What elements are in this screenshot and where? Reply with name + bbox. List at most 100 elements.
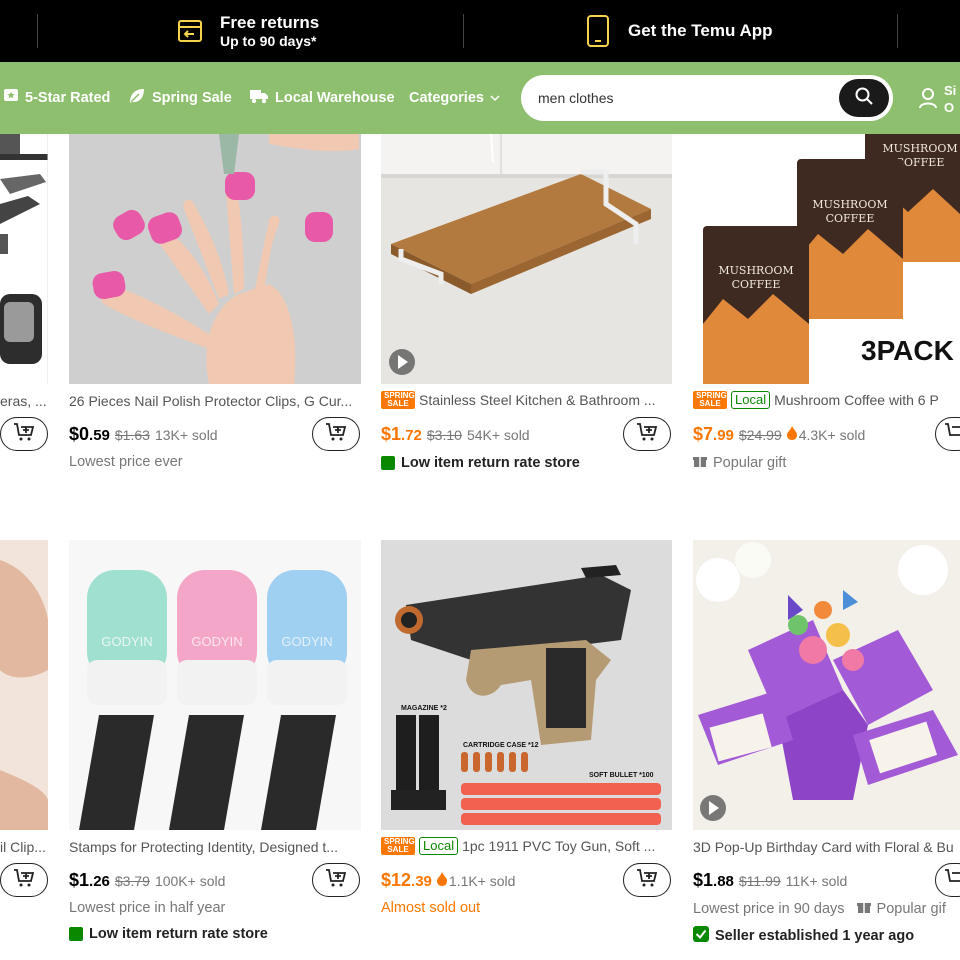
- nav-local-warehouse[interactable]: Local Warehouse: [249, 62, 395, 134]
- svg-text:MUSHROOM: MUSHROOM: [882, 142, 957, 155]
- product-image[interactable]: GODYIN GODYIN GODYIN: [69, 540, 361, 830]
- sign-in-link[interactable]: Si O: [918, 82, 956, 116]
- spring-sale-badge: SPRING SALE: [693, 391, 727, 409]
- product-title[interactable]: eras, ...: [0, 393, 48, 409]
- add-to-cart-button[interactable]: [0, 863, 48, 897]
- cart-icon: [636, 422, 658, 447]
- product-note: Lowest price in 90 days Popular gif: [693, 900, 946, 918]
- product-image[interactable]: [0, 134, 48, 384]
- product-note: Lowest price in half year: [69, 900, 226, 916]
- search-button[interactable]: [839, 79, 889, 117]
- sold-count: 100K+ sold: [154, 873, 226, 889]
- add-to-cart-button[interactable]: [623, 863, 671, 897]
- sold-count: 11K+ sold: [785, 873, 848, 889]
- flame-icon: [436, 872, 447, 889]
- nav-five-star-rated[interactable]: 5-Star Rated: [3, 62, 110, 134]
- product-title[interactable]: SPRING SALE Stainless Steel Kitchen & Bat…: [381, 391, 672, 409]
- divider: [897, 14, 898, 48]
- truck-icon: [249, 87, 269, 109]
- nav-spring-sale[interactable]: Spring Sale: [128, 62, 232, 134]
- stock-note: Almost sold out: [381, 900, 481, 916]
- svg-text:GODYIN: GODYIN: [281, 634, 332, 649]
- checkmark-icon: [693, 926, 709, 946]
- svg-text:MAGAZINE *2: MAGAZINE *2: [401, 705, 447, 712]
- free-returns-title: Free returns: [220, 13, 320, 32]
- store-icon: [69, 927, 83, 941]
- get-app-label: Get the Temu App: [628, 21, 773, 40]
- cart-icon: [636, 868, 658, 893]
- original-price: $11.99: [738, 873, 781, 889]
- product-title[interactable]: 26 Pieces Nail Polish Protector Clips, G…: [69, 393, 361, 409]
- svg-text:COFFEE: COFFEE: [826, 212, 875, 225]
- chevron-down-icon: [490, 90, 500, 106]
- get-app-promo[interactable]: Get the Temu App: [586, 0, 773, 62]
- phone-icon: [586, 15, 610, 47]
- cart-icon: [944, 422, 960, 447]
- search-icon: [854, 86, 874, 111]
- add-to-cart-button[interactable]: [312, 863, 360, 897]
- product-title[interactable]: il Clip...: [0, 839, 48, 855]
- divider: [463, 14, 464, 48]
- leaf-icon: [128, 87, 146, 109]
- star-badge-icon: [3, 88, 19, 108]
- price-row: $12.39 1.1K+ sold: [381, 870, 515, 891]
- cart-icon: [13, 868, 35, 893]
- nav-categories[interactable]: Categories: [409, 62, 500, 134]
- cart-icon: [325, 868, 347, 893]
- price: $1.88: [693, 870, 734, 890]
- add-to-cart-button[interactable]: [0, 417, 48, 451]
- nav-label: Local Warehouse: [275, 90, 395, 106]
- product-image[interactable]: [69, 134, 361, 384]
- popular-gift-label: Popular gift: [693, 454, 786, 472]
- signin-line-1: Si: [944, 83, 957, 98]
- product-title[interactable]: 3D Pop-Up Birthday Card with Floral & Bu: [693, 839, 960, 855]
- product-title[interactable]: Stamps for Protecting Identity, Designed…: [69, 839, 361, 855]
- price: $0.59: [69, 424, 110, 444]
- product-image[interactable]: [0, 540, 48, 830]
- return-box-icon: [176, 17, 204, 45]
- spring-sale-badge: SPRING SALE: [381, 837, 415, 855]
- price-row: $1.72 $3.10 54K+ sold: [381, 424, 530, 445]
- product-title[interactable]: SPRING SALE Local Mushroom Coffee with 6 …: [693, 391, 960, 409]
- sold-count: 4.3K+ sold: [786, 426, 865, 443]
- nav-label: Spring Sale: [152, 90, 232, 106]
- free-returns-promo[interactable]: Free returns Up to 90 days*: [176, 0, 319, 62]
- add-to-cart-button[interactable]: [312, 417, 360, 451]
- flame-icon: [786, 426, 797, 443]
- local-badge: Local: [731, 391, 771, 409]
- search-input[interactable]: [538, 90, 828, 106]
- nav-label: 5-Star Rated: [25, 90, 111, 106]
- svg-text:COFFEE: COFFEE: [732, 278, 781, 291]
- add-to-cart-button[interactable]: [935, 417, 960, 451]
- price-row: $1.88 $11.99 11K+ sold: [693, 870, 847, 891]
- store-icon: [381, 456, 395, 470]
- product-image[interactable]: [693, 540, 960, 830]
- sold-count: 1.1K+ sold: [436, 872, 515, 889]
- svg-text:CARTRIDGE CASE *12: CARTRIDGE CASE *12: [463, 742, 539, 749]
- product-image[interactable]: [381, 134, 672, 384]
- add-to-cart-button[interactable]: [935, 863, 960, 897]
- gift-icon: [693, 454, 707, 472]
- local-badge: Local: [419, 837, 459, 855]
- product-image[interactable]: MUSHROOM COFFEE MUSHROOM COFFEE MUSHROOM…: [693, 134, 960, 384]
- price: $1.72: [381, 424, 422, 444]
- low-return-rate-label: Low item return rate store: [381, 455, 580, 471]
- original-price: $24.99: [738, 427, 782, 443]
- add-to-cart-button[interactable]: [623, 417, 671, 451]
- user-icon: [918, 87, 938, 112]
- original-price: $1.63: [114, 427, 150, 443]
- svg-text:MUSHROOM: MUSHROOM: [812, 198, 887, 211]
- svg-text:GODYIN: GODYIN: [191, 634, 242, 649]
- svg-text:SOFT BULLET *100: SOFT BULLET *100: [589, 772, 654, 779]
- product-image[interactable]: MAGAZINE *2 CARTRIDGE CASE *12 SOFT BULL…: [381, 540, 672, 830]
- price: $12.39: [381, 870, 432, 890]
- gift-icon: [856, 900, 871, 918]
- spring-sale-badge: SPRING SALE: [381, 391, 415, 409]
- product-title[interactable]: SPRING SALE Local 1pc 1911 PVC Toy Gun, S…: [381, 837, 672, 855]
- divider: [37, 14, 38, 48]
- price-row: $7.99 $24.99 4.3K+ sold: [693, 424, 865, 445]
- price-row: $0.59 $1.63 13K+ sold: [69, 424, 218, 445]
- main-nav: 5-Star Rated Spring Sale Local Warehouse…: [0, 62, 960, 134]
- original-price: $3.79: [114, 873, 150, 889]
- promo-bar: Free returns Up to 90 days* Get the Temu…: [0, 0, 960, 62]
